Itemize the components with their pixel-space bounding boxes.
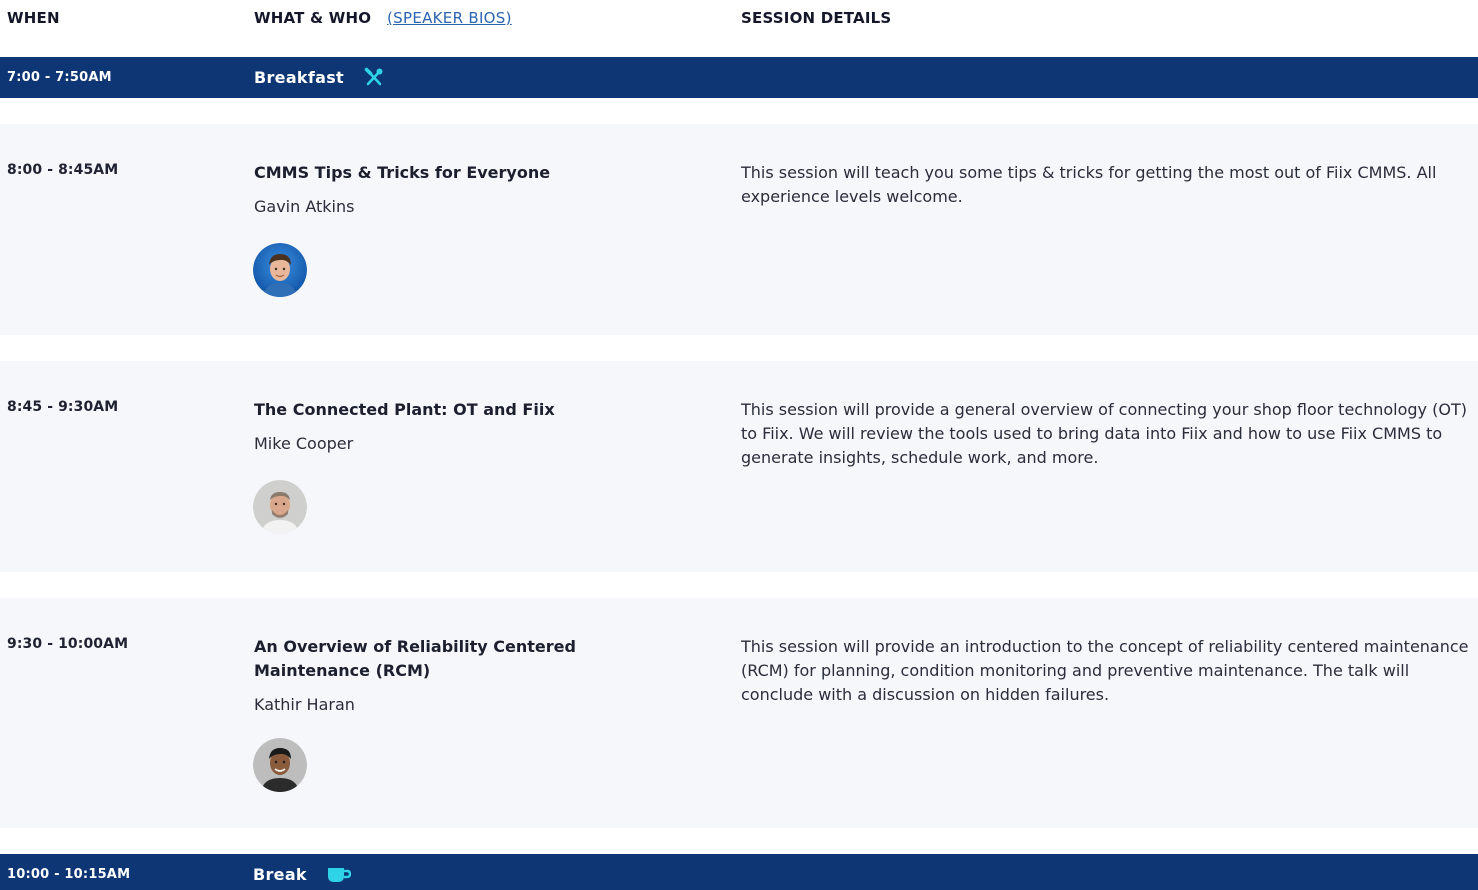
when-column-header: WHEN xyxy=(7,9,60,27)
session-title: The Connected Plant: OT and Fiix xyxy=(254,400,555,419)
what-who-column-header: WHAT & WHO xyxy=(254,9,372,27)
session-title: CMMS Tips & Tricks for Everyone xyxy=(254,163,551,182)
session-details: This session will provide an introductio… xyxy=(741,637,1469,704)
coffee-cup-icon xyxy=(327,866,352,884)
breakfast-title: Breakfast xyxy=(254,68,345,87)
session-row: 9:30 - 10:00AM An Overview of Reliabilit… xyxy=(0,598,1478,828)
session-details: This session will provide a general over… xyxy=(741,400,1467,467)
speaker-avatar[interactable] xyxy=(253,480,307,534)
speaker-bios-link[interactable]: (SPEAKER BIOS) xyxy=(387,9,512,27)
speaker-name: Mike Cooper xyxy=(254,434,354,453)
speaker-avatar[interactable] xyxy=(253,243,307,297)
breakfast-time: 7:00 - 7:50AM xyxy=(7,70,112,85)
speaker-name: Gavin Atkins xyxy=(254,197,355,216)
session-details: This session will teach you some tips & … xyxy=(741,163,1437,206)
session-row: 8:45 - 9:30AM The Connected Plant: OT an… xyxy=(0,361,1478,572)
speaker-name: Kathir Haran xyxy=(254,695,355,714)
session-title: An Overview of Reliability Centered Main… xyxy=(254,637,576,680)
session-row: 8:00 - 8:45AM CMMS Tips & Tricks for Eve… xyxy=(0,124,1478,335)
session-details-column-header: SESSION DETAILS xyxy=(741,9,892,27)
utensils-icon xyxy=(364,67,384,87)
speaker-avatar[interactable] xyxy=(253,738,307,792)
break-time: 10:00 - 10:15AM xyxy=(7,867,131,882)
breakfast-row: 7:00 - 7:50AM Breakfast xyxy=(0,57,1478,98)
session-time: 8:00 - 8:45AM xyxy=(7,162,119,178)
break-row: 10:00 - 10:15AM Break xyxy=(0,854,1478,890)
session-time: 8:45 - 9:30AM xyxy=(7,399,119,415)
session-time: 9:30 - 10:00AM xyxy=(7,636,129,652)
break-title: Break xyxy=(253,865,307,884)
schedule-header: WHEN WHAT & WHO (SPEAKER BIOS) SESSION D… xyxy=(0,0,1478,40)
